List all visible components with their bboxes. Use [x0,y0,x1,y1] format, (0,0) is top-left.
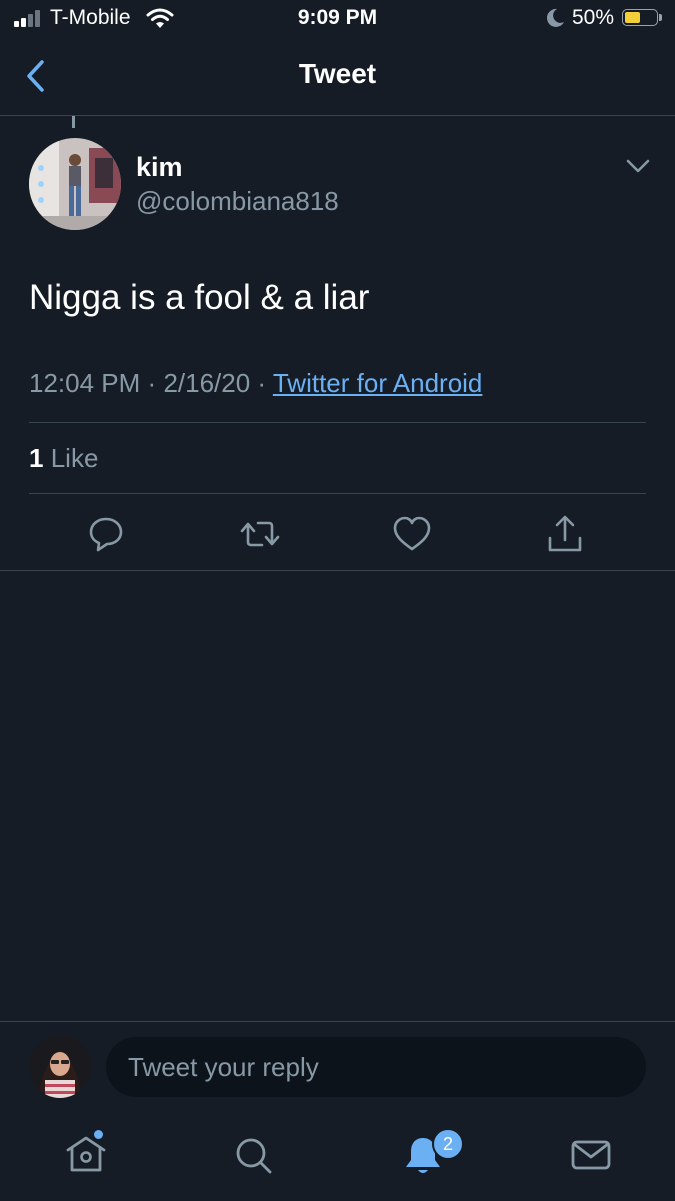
like-count-number: 1 [29,443,44,473]
tweet-metadata: 12:04 PM · 2/16/20 · Twitter for Android [29,368,482,399]
battery-fill [625,12,640,23]
like-count-label: Like [50,443,99,473]
divider [29,422,646,423]
author-avatar[interactable] [29,138,121,230]
author-avatar-photo [29,138,121,230]
meta-separator: · [257,368,267,398]
home-new-content-dot [94,1130,103,1139]
tweet-date: 2/16/20 [163,368,251,398]
reply-icon[interactable] [84,512,128,556]
author-display-name[interactable]: kim [136,152,183,183]
thread-connector-line [72,116,75,128]
battery-nub [659,14,662,21]
meta-separator: · [147,368,157,398]
notification-count-badge: 2 [432,1128,464,1160]
page-title: Tweet [298,58,377,89]
reply-input[interactable] [106,1037,646,1097]
tweet-source-link[interactable]: Twitter for Android [273,368,483,398]
share-icon[interactable] [543,512,587,556]
like-icon[interactable] [390,512,434,556]
author-handle[interactable]: @colombiana818 [136,186,339,217]
retweet-icon[interactable] [238,512,282,556]
divider [0,570,675,571]
tweet-time: 12:04 PM [29,368,141,398]
tweet-text: Nigga is a fool & a liar [29,278,370,317]
battery-percentage: 50% [572,6,615,29]
navigation-header: Tweet [0,40,675,116]
do-not-disturb-moon-icon [546,8,564,27]
battery-icon [622,9,658,26]
current-user-avatar-photo [29,1036,91,1098]
messages-icon[interactable] [566,1130,616,1180]
divider [29,493,646,494]
status-bar: T-Mobile 9:09 PM 50% [0,0,675,40]
home-icon[interactable] [61,1130,111,1180]
likes-count[interactable]: 1 Like [29,443,98,474]
chevron-down-icon[interactable] [624,156,652,176]
current-user-avatar[interactable] [29,1036,91,1098]
search-icon[interactable] [228,1130,278,1180]
